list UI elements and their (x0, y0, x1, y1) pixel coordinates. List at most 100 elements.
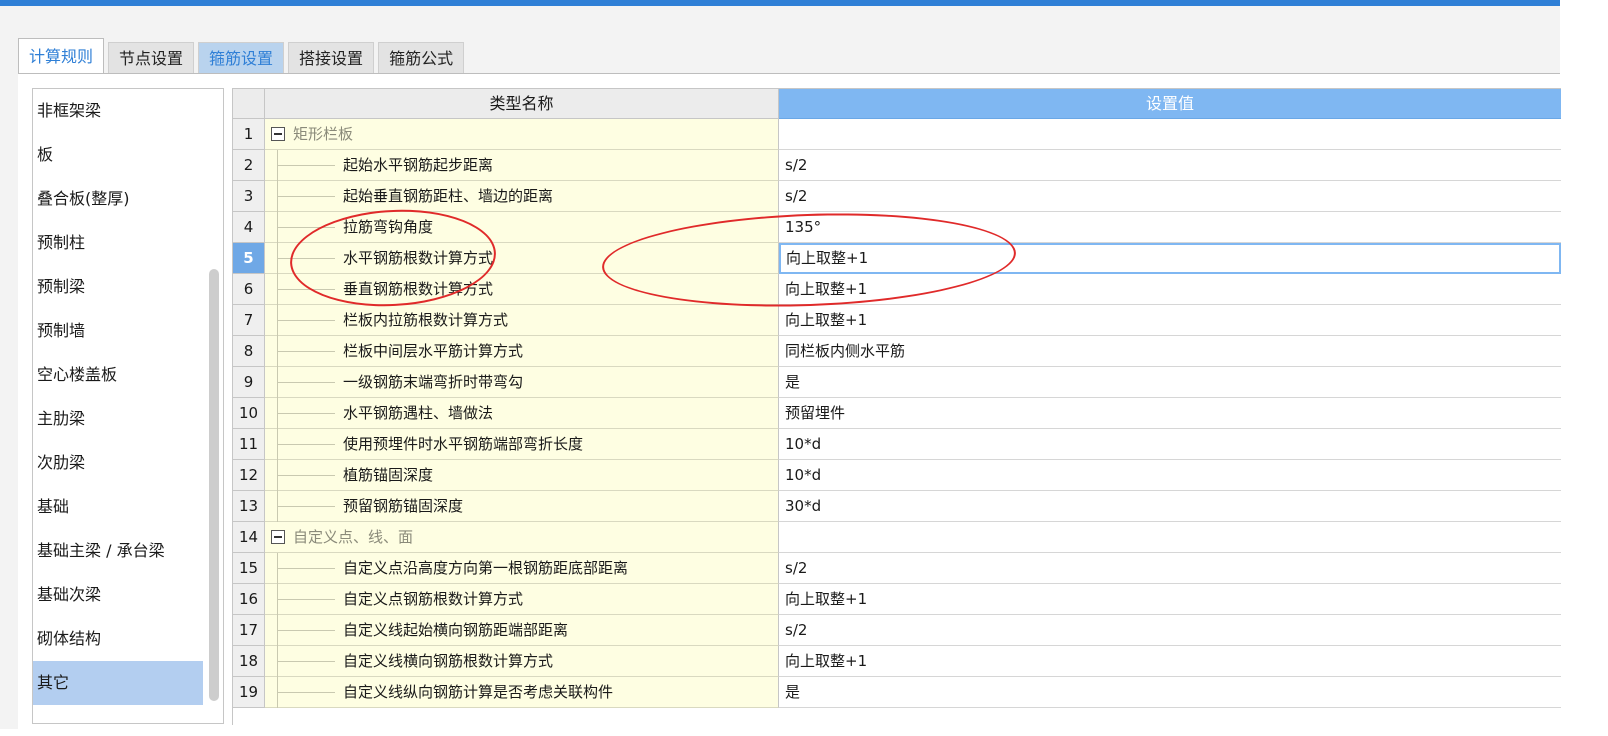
setting-name-cell[interactable]: 自定义线起始横向钢筋距端部距离 (265, 615, 779, 646)
setting-name-cell[interactable]: 栏板中间层水平筋计算方式 (265, 336, 779, 367)
setting-value-cell[interactable]: 同栏板内侧水平筋 (779, 336, 1561, 367)
table-row[interactable]: 5 水平钢筋根数计算方式 向上取整+1 (233, 243, 1561, 274)
sidebar-item[interactable]: 基础次梁 (33, 573, 203, 617)
table-row[interactable]: 14 自定义点、线、面 (233, 522, 1561, 553)
table-row[interactable]: 2 起始水平钢筋起步距离 s/2 (233, 150, 1561, 181)
setting-value-cell[interactable] (779, 119, 1561, 150)
row-index[interactable]: 10 (233, 398, 265, 429)
table-row[interactable]: 13 预留钢筋锚固深度 30*d (233, 491, 1561, 522)
tab-0[interactable]: 计算规则 (18, 38, 105, 74)
row-index[interactable]: 14 (233, 522, 265, 553)
row-index[interactable]: 15 (233, 553, 265, 584)
sidebar-item[interactable]: 预制墙 (33, 309, 203, 353)
setting-value-cell[interactable]: 是 (779, 677, 1561, 708)
tab-4[interactable]: 箍筋公式 (378, 42, 465, 74)
table-row[interactable]: 7 栏板内拉筋根数计算方式 向上取整+1 (233, 305, 1561, 336)
setting-value-cell[interactable]: s/2 (779, 181, 1561, 212)
table-row[interactable]: 8 栏板中间层水平筋计算方式 同栏板内侧水平筋 (233, 336, 1561, 367)
table-row[interactable]: 11 使用预埋件时水平钢筋端部弯折长度 10*d (233, 429, 1561, 460)
row-index[interactable]: 2 (233, 150, 265, 181)
row-index[interactable]: 17 (233, 615, 265, 646)
setting-name-cell[interactable]: 预留钢筋锚固深度 (265, 491, 779, 522)
setting-value-cell[interactable]: 10*d (779, 460, 1561, 491)
tab-1[interactable]: 节点设置 (108, 42, 195, 74)
setting-value-cell[interactable]: 向上取整+1 (779, 305, 1561, 336)
sidebar-item[interactable]: 板 (33, 133, 203, 177)
setting-value-cell[interactable]: s/2 (779, 615, 1561, 646)
row-index[interactable]: 8 (233, 336, 265, 367)
row-index[interactable]: 9 (233, 367, 265, 398)
sidebar-item[interactable]: 空心楼盖板 (33, 353, 203, 397)
sidebar-scrollbar[interactable] (207, 89, 221, 723)
table-row[interactable]: 16 自定义点钢筋根数计算方式 向上取整+1 (233, 584, 1561, 615)
row-index[interactable]: 11 (233, 429, 265, 460)
setting-name-cell[interactable]: 自定义点沿高度方向第一根钢筋距底部距离 (265, 553, 779, 584)
table-row[interactable]: 4 拉筋弯钩角度 135° (233, 212, 1561, 243)
tab-3[interactable]: 搭接设置 (288, 42, 375, 74)
row-index[interactable]: 5 (233, 243, 265, 274)
setting-value-cell[interactable]: s/2 (779, 150, 1561, 181)
sidebar-scrollbar-thumb[interactable] (209, 269, 219, 701)
setting-name-cell[interactable]: 自定义线横向钢筋根数计算方式 (265, 646, 779, 677)
table-row[interactable]: 17 自定义线起始横向钢筋距端部距离 s/2 (233, 615, 1561, 646)
setting-value-cell[interactable]: 向上取整+1 (779, 243, 1561, 274)
sidebar-item[interactable]: 主肋梁 (33, 397, 203, 441)
sidebar-item[interactable]: 预制柱 (33, 221, 203, 265)
tab-2[interactable]: 箍筋设置 (198, 42, 285, 74)
setting-name-cell[interactable]: 一级钢筋末端弯折时带弯勾 (265, 367, 779, 398)
row-index[interactable]: 1 (233, 119, 265, 150)
sidebar-item[interactable]: 非框架梁 (33, 89, 203, 133)
grid-header-name[interactable]: 类型名称 (265, 89, 779, 119)
setting-value-cell[interactable]: 向上取整+1 (779, 646, 1561, 677)
row-index[interactable]: 3 (233, 181, 265, 212)
sidebar-item[interactable]: 次肋梁 (33, 441, 203, 485)
row-index[interactable]: 12 (233, 460, 265, 491)
setting-value-cell[interactable]: 30*d (779, 491, 1561, 522)
setting-name-cell[interactable]: 起始水平钢筋起步距离 (265, 150, 779, 181)
row-index[interactable]: 16 (233, 584, 265, 615)
setting-name-cell[interactable]: 水平钢筋根数计算方式 (265, 243, 779, 274)
sidebar-item[interactable]: 基础主梁 / 承台梁 (33, 529, 203, 573)
group-name-cell[interactable]: 矩形栏板 (265, 119, 779, 150)
setting-value-cell[interactable]: 10*d (779, 429, 1561, 460)
row-index[interactable]: 19 (233, 677, 265, 708)
setting-name-cell[interactable]: 自定义线纵向钢筋计算是否考虑关联构件 (265, 677, 779, 708)
row-index[interactable]: 18 (233, 646, 265, 677)
group-name-cell[interactable]: 自定义点、线、面 (265, 522, 779, 553)
table-row[interactable]: 18 自定义线横向钢筋根数计算方式 向上取整+1 (233, 646, 1561, 677)
table-row[interactable]: 19 自定义线纵向钢筋计算是否考虑关联构件是 (233, 677, 1561, 708)
setting-name-cell[interactable]: 拉筋弯钩角度 (265, 212, 779, 243)
row-index[interactable]: 7 (233, 305, 265, 336)
table-row[interactable]: 1 矩形栏板 (233, 119, 1561, 150)
setting-value-cell[interactable]: 135° (779, 212, 1561, 243)
collapse-toggle-icon[interactable] (271, 127, 285, 141)
table-row[interactable]: 12 植筋锚固深度 10*d (233, 460, 1561, 491)
sidebar-item[interactable]: 预制梁 (33, 265, 203, 309)
setting-name-cell[interactable]: 水平钢筋遇柱、墙做法 (265, 398, 779, 429)
setting-name-cell[interactable]: 植筋锚固深度 (265, 460, 779, 491)
table-row[interactable]: 10 水平钢筋遇柱、墙做法 预留埋件 (233, 398, 1561, 429)
setting-value-cell[interactable]: 向上取整+1 (779, 274, 1561, 305)
row-index[interactable]: 4 (233, 212, 265, 243)
table-row[interactable]: 15 自定义点沿高度方向第一根钢筋距底部距离 s/2 (233, 553, 1561, 584)
sidebar-item[interactable]: 基础 (33, 485, 203, 529)
sidebar-item[interactable]: 叠合板(整厚) (33, 177, 203, 221)
row-index[interactable]: 6 (233, 274, 265, 305)
setting-value-cell[interactable]: 预留埋件 (779, 398, 1561, 429)
grid-header-value[interactable]: 设置值 (779, 89, 1561, 119)
setting-value-cell[interactable]: 向上取整+1 (779, 584, 1561, 615)
setting-value-cell[interactable]: s/2 (779, 553, 1561, 584)
sidebar-item[interactable]: 其它 (33, 661, 203, 705)
setting-value-cell[interactable]: 是 (779, 367, 1561, 398)
table-row[interactable]: 9 一级钢筋末端弯折时带弯勾是 (233, 367, 1561, 398)
setting-name-cell[interactable]: 栏板内拉筋根数计算方式 (265, 305, 779, 336)
table-row[interactable]: 3 起始垂直钢筋距柱、墙边的距离 s/2 (233, 181, 1561, 212)
setting-name-cell[interactable]: 起始垂直钢筋距柱、墙边的距离 (265, 181, 779, 212)
setting-name-cell[interactable]: 使用预埋件时水平钢筋端部弯折长度 (265, 429, 779, 460)
table-row[interactable]: 6 垂直钢筋根数计算方式 向上取整+1 (233, 274, 1561, 305)
setting-value-cell[interactable] (779, 522, 1561, 553)
collapse-toggle-icon[interactable] (271, 530, 285, 544)
row-index[interactable]: 13 (233, 491, 265, 522)
sidebar-item[interactable]: 砌体结构 (33, 617, 203, 661)
setting-name-cell[interactable]: 自定义点钢筋根数计算方式 (265, 584, 779, 615)
